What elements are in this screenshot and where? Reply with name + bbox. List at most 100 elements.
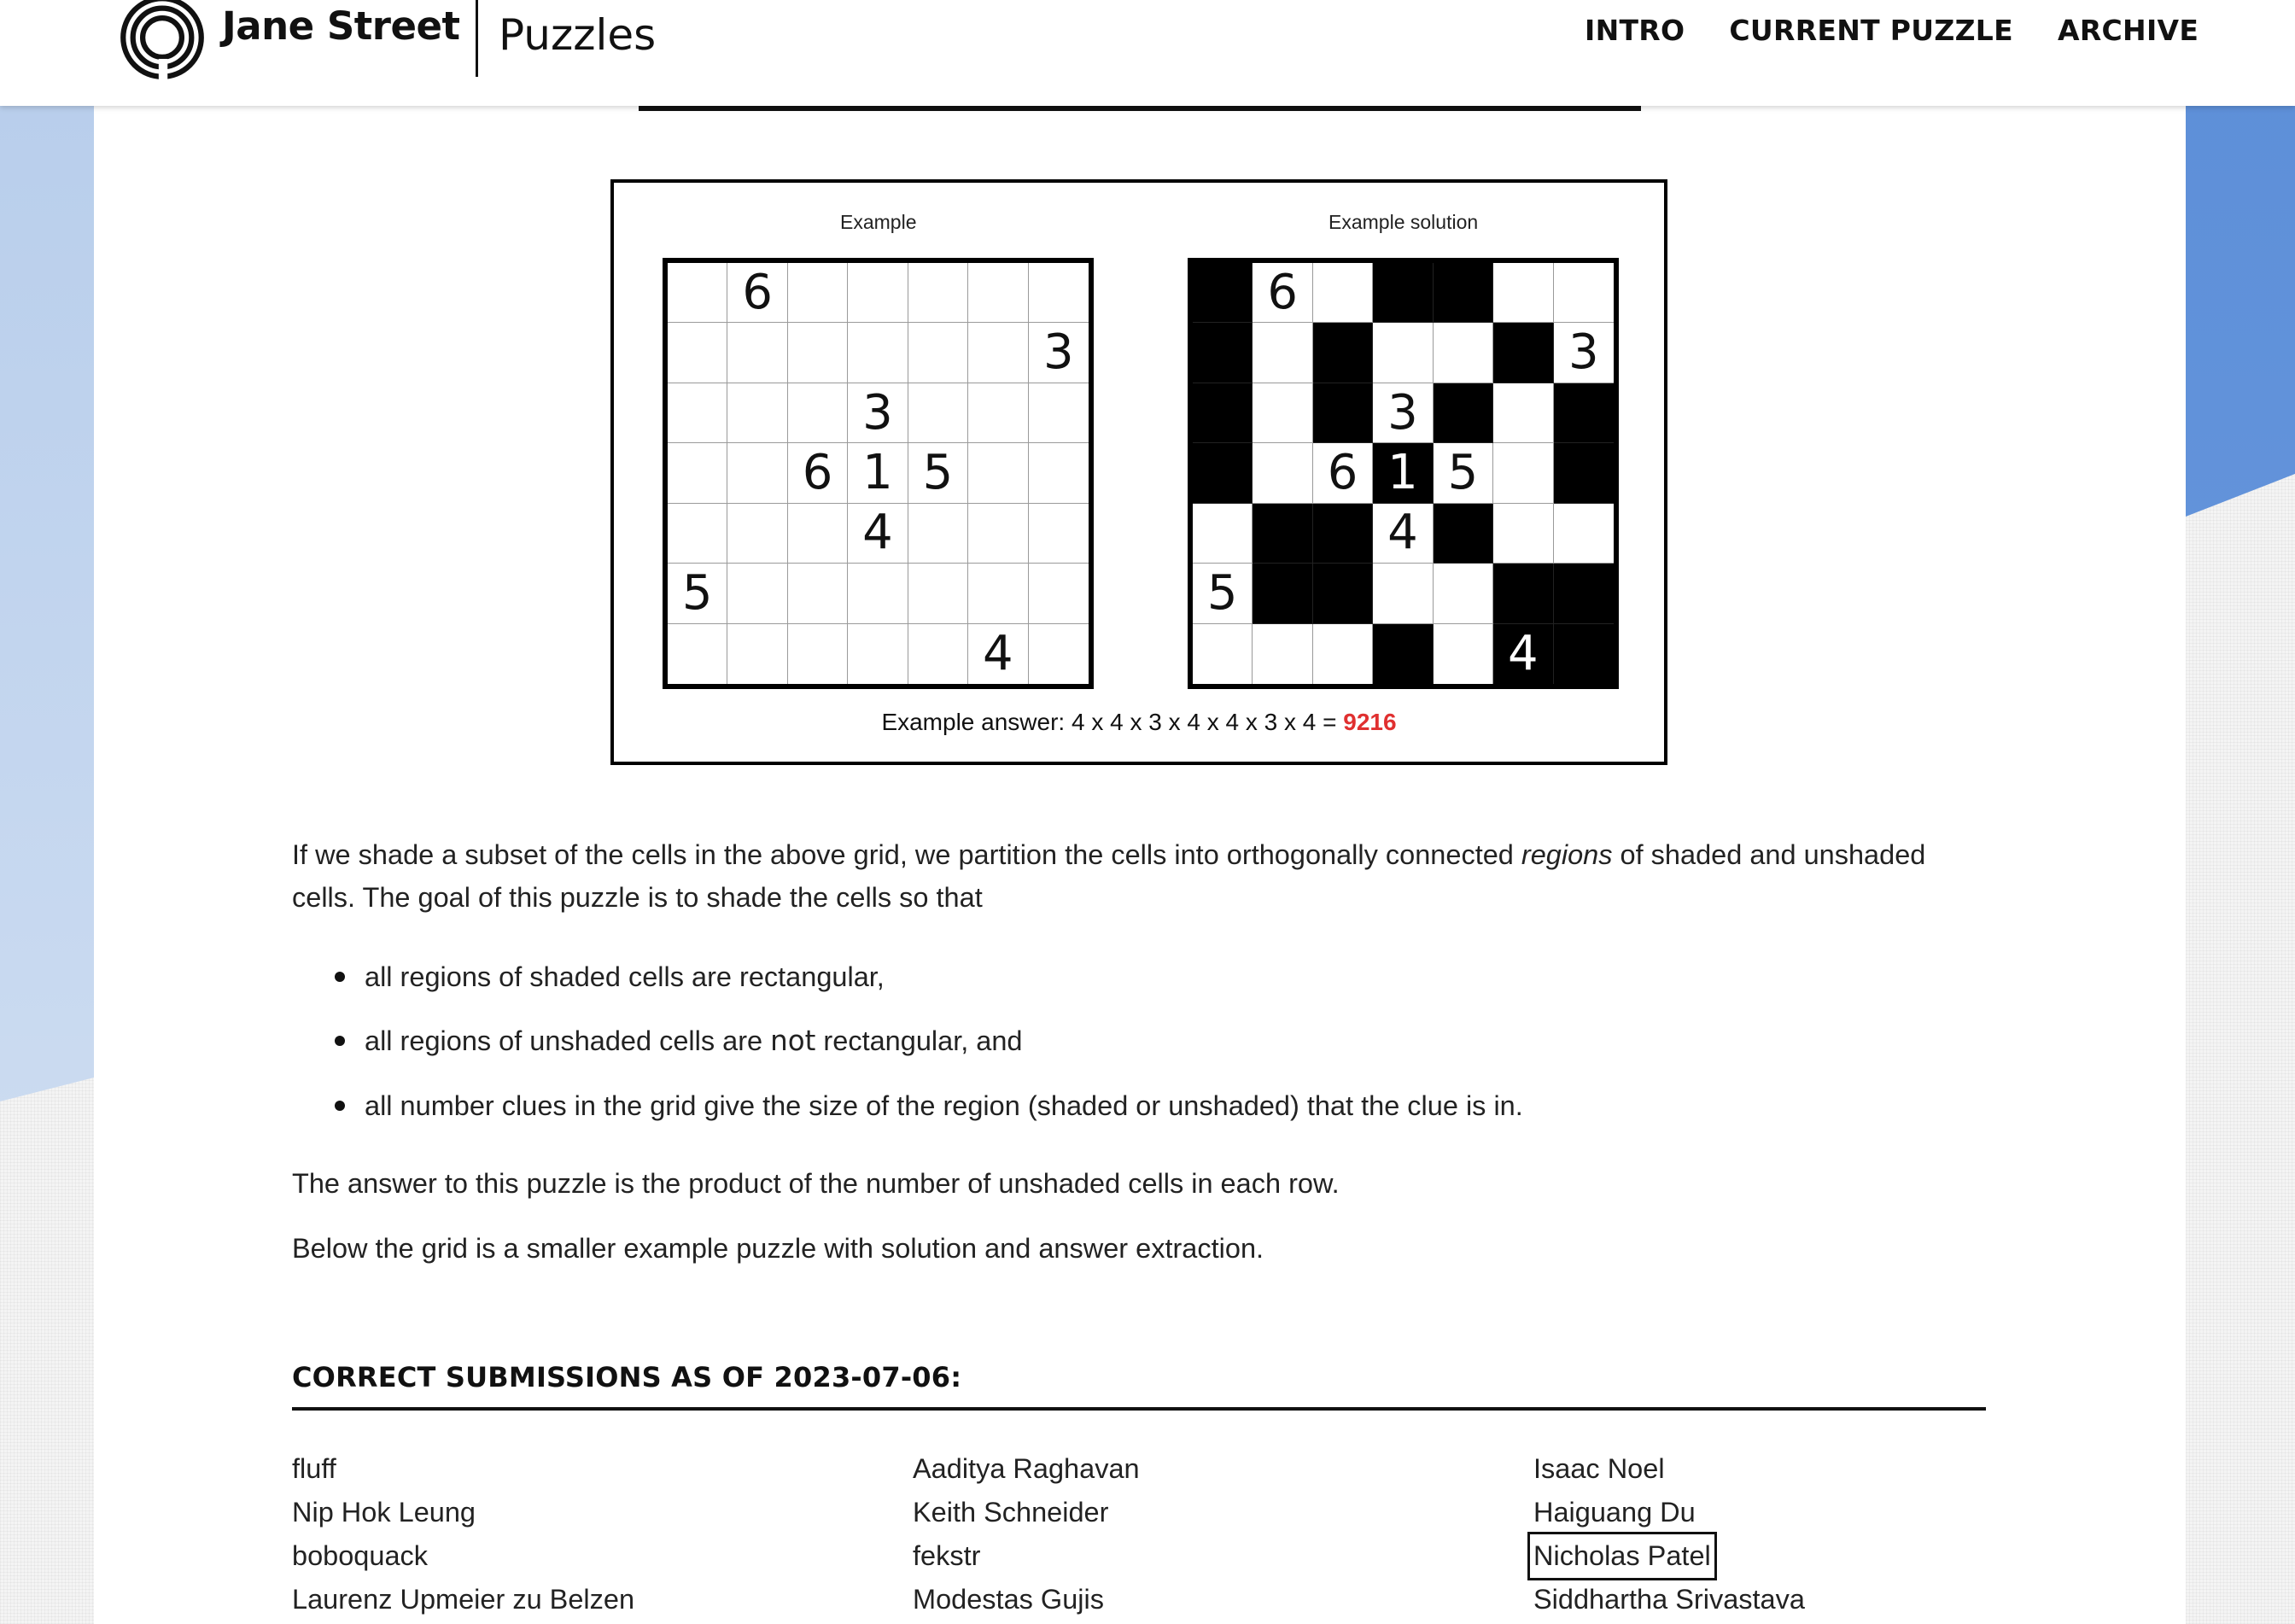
answer-rule-paragraph: The answer to this puzzle is the product…: [292, 1168, 1340, 1199]
solution-grid-cell: [1253, 323, 1313, 383]
example-grid-cell: [668, 263, 728, 324]
solution-grid-cell: [1312, 263, 1374, 324]
section-name[interactable]: Puzzles: [499, 10, 656, 60]
example-grid-cell: [848, 323, 908, 383]
example-grid-cell: [1029, 624, 1089, 684]
example-grid-cell: [908, 564, 969, 624]
submission-name: Keith Schneider: [913, 1497, 1109, 1528]
example-figure: Example Example solution 633615454 63361…: [610, 179, 1667, 765]
site-header: Jane Street Puzzles INTRO CURRENT PUZZLE…: [0, 0, 2295, 106]
nav-archive[interactable]: ARCHIVE: [2058, 14, 2199, 47]
submissions-column-1: fluff Nip Hok Leung boboquack Laurenz Up…: [292, 1447, 634, 1621]
submission-name: fluff: [292, 1453, 336, 1484]
example-grid-cell: [727, 443, 788, 504]
example-grid-cell: [727, 564, 788, 624]
solution-grid-cell: 5: [1433, 443, 1494, 504]
solution-grid-cell: [1253, 383, 1313, 444]
example-grid-cell: [1028, 504, 1089, 564]
example-grid-cell: 5: [668, 564, 728, 624]
solution-grid-cell: [1493, 564, 1554, 624]
solution-grid-cell: [1553, 443, 1614, 504]
solution-grid-cell: 6: [1253, 263, 1313, 324]
example-grid-cell: [908, 263, 969, 324]
main-nav: INTRO CURRENT PUZZLE ARCHIVE: [1585, 14, 2199, 47]
example-grid-cell: [668, 623, 728, 684]
submission-name: Siddhartha Srivastava: [1533, 1584, 1805, 1615]
example-grid-cell: 5: [908, 443, 969, 504]
rule-bullet-2-text-b: rectangular, and: [815, 1025, 1023, 1056]
submission-name: Isaac Noel: [1533, 1453, 1665, 1484]
example-grid-cell: [1028, 383, 1089, 444]
brand-divider: [476, 0, 478, 77]
example-grid-cell: [668, 383, 728, 444]
solution-grid-cell: [1493, 383, 1554, 444]
submission-name: Modestas Gujis: [913, 1584, 1104, 1615]
solution-grid-cell: [1373, 323, 1434, 383]
solution-grid-cell: [1193, 503, 1253, 564]
solution-grid-cell: 1: [1373, 443, 1434, 504]
solution-grid-cell: 4: [1493, 623, 1554, 684]
nav-current-puzzle[interactable]: CURRENT PUZZLE: [1729, 14, 2013, 47]
example-grid-cell: [908, 323, 969, 383]
brand-name[interactable]: Jane Street: [222, 3, 460, 49]
nav-intro[interactable]: INTRO: [1585, 14, 1685, 47]
solution-grid-cell: [1253, 503, 1313, 564]
example-grid-cell: [908, 503, 969, 564]
solution-grid-cell: [1433, 323, 1494, 383]
solution-grid-cell: [1373, 623, 1434, 684]
solution-grid-cell: [1193, 383, 1253, 444]
solution-grid-cell: [1493, 443, 1554, 504]
solution-grid-cell: [1253, 623, 1313, 684]
example-grid-cell: [848, 623, 908, 684]
example-grid-cell: [968, 503, 1029, 564]
solution-grid-cell: [1433, 503, 1494, 564]
solution-grid-cell: [1193, 263, 1253, 324]
example-grid-cell: 4: [968, 623, 1029, 684]
solution-grid-cell: [1553, 564, 1614, 624]
background-left-decoration: [0, 0, 94, 1101]
submissions-column-2: Aaditya Raghavan Keith Schneider fekstr …: [913, 1447, 1140, 1621]
solution-grid-cell: [1312, 503, 1374, 564]
solution-grid-cell: [1553, 504, 1614, 564]
rule-bullet-1: all regions of shaded cells are rectangu…: [335, 955, 885, 998]
background-right-decoration: [2186, 0, 2295, 517]
example-grid-cell: [1028, 263, 1089, 324]
submission-name: fekstr: [913, 1540, 981, 1571]
solution-grid-cell: [1553, 623, 1614, 684]
solution-grid-cell: [1193, 323, 1253, 383]
solution-grid-cell: [1433, 383, 1494, 444]
submissions-column-3: Isaac Noel Haiguang Du Nicholas Patel Si…: [1527, 1447, 1805, 1621]
solution-grid-cell: [1193, 623, 1253, 684]
example-grid-cell: 6: [787, 443, 849, 504]
example-grid-cell: [787, 503, 849, 564]
solution-grid-cell: [1553, 383, 1614, 444]
example-grid-cell: [968, 443, 1029, 504]
example-grid-cell: [787, 263, 849, 324]
example-grid-cell: [727, 323, 788, 383]
solution-grid-cell: [1193, 443, 1253, 504]
example-grid-cell: [1028, 443, 1089, 504]
example-note-paragraph: Below the grid is a smaller example puzz…: [292, 1233, 1264, 1264]
solution-grid-cell: [1373, 564, 1434, 624]
example-grid-cell: 6: [727, 263, 788, 324]
submissions-divider: [292, 1407, 1986, 1411]
rules-intro-paragraph: If we shade a subset of the cells in the…: [292, 833, 1991, 919]
rule-bullet-2-not: not: [770, 1025, 816, 1057]
example-grid-cell: [668, 323, 728, 383]
example-grid-cell: [787, 323, 849, 383]
example-grid-cell: [668, 443, 728, 504]
solution-grid-cell: 3: [1373, 383, 1434, 444]
solution-grid-cell: [1313, 623, 1374, 684]
solution-grid-cell: 5: [1193, 564, 1253, 624]
solution-grid-cell: [1553, 263, 1614, 324]
solution-grid-cell: [1493, 323, 1554, 383]
solution-grid-cell: [1253, 443, 1313, 504]
example-solution-grid: 633615454: [1188, 258, 1619, 689]
submission-name: Haiguang Du: [1533, 1497, 1696, 1528]
jane-street-logo-icon[interactable]: [118, 0, 207, 82]
example-grid: 633615454: [663, 258, 1094, 689]
example-grid-cell: [727, 503, 788, 564]
example-grid-cell: [727, 383, 788, 444]
submissions-heading: CORRECT SUBMISSIONS AS OF 2023-07-06:: [292, 1361, 962, 1393]
rule-bullet-3: all number clues in the grid give the si…: [335, 1084, 1523, 1127]
